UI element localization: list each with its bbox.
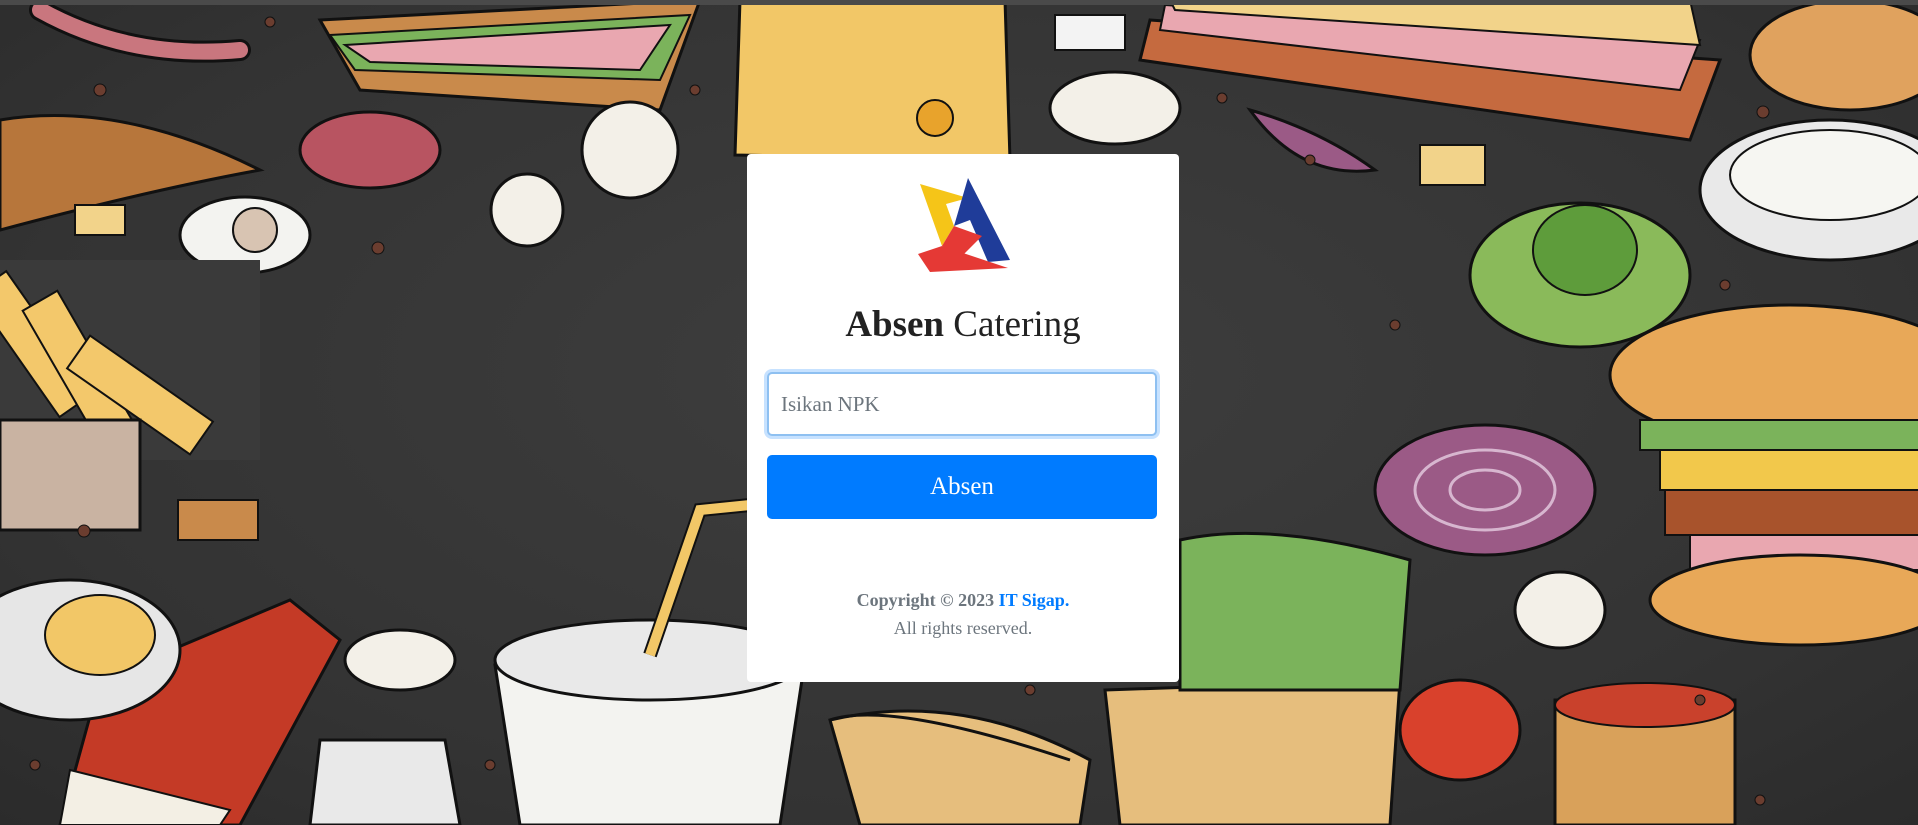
copyright-line: Copyright © 2023 IT Sigap. [747, 586, 1179, 614]
footer: Copyright © 2023 IT Sigap. All rights re… [747, 586, 1179, 642]
burger-illustration [1608, 303, 1918, 647]
tricolor-triangle-logo-icon [912, 174, 1014, 274]
rights-text: All rights reserved. [893, 618, 1033, 638]
sandwich-illustration [317, 0, 702, 112]
title-rest: Catering [953, 304, 1081, 345]
absen-button[interactable]: Absen [767, 455, 1157, 519]
title-bold: Absen [845, 304, 945, 345]
npk-input[interactable] [767, 372, 1157, 436]
top-strip [0, 0, 1918, 5]
copyright-text: Copyright © 2023 [856, 590, 995, 610]
copyright-period: . [1064, 590, 1070, 610]
page-title: Absen Catering [747, 303, 1179, 346]
fries-illustration [0, 260, 260, 532]
login-card: Absen Catering Absen Copyright © 2023 IT… [747, 154, 1179, 682]
company-link[interactable]: IT Sigap [999, 590, 1065, 610]
